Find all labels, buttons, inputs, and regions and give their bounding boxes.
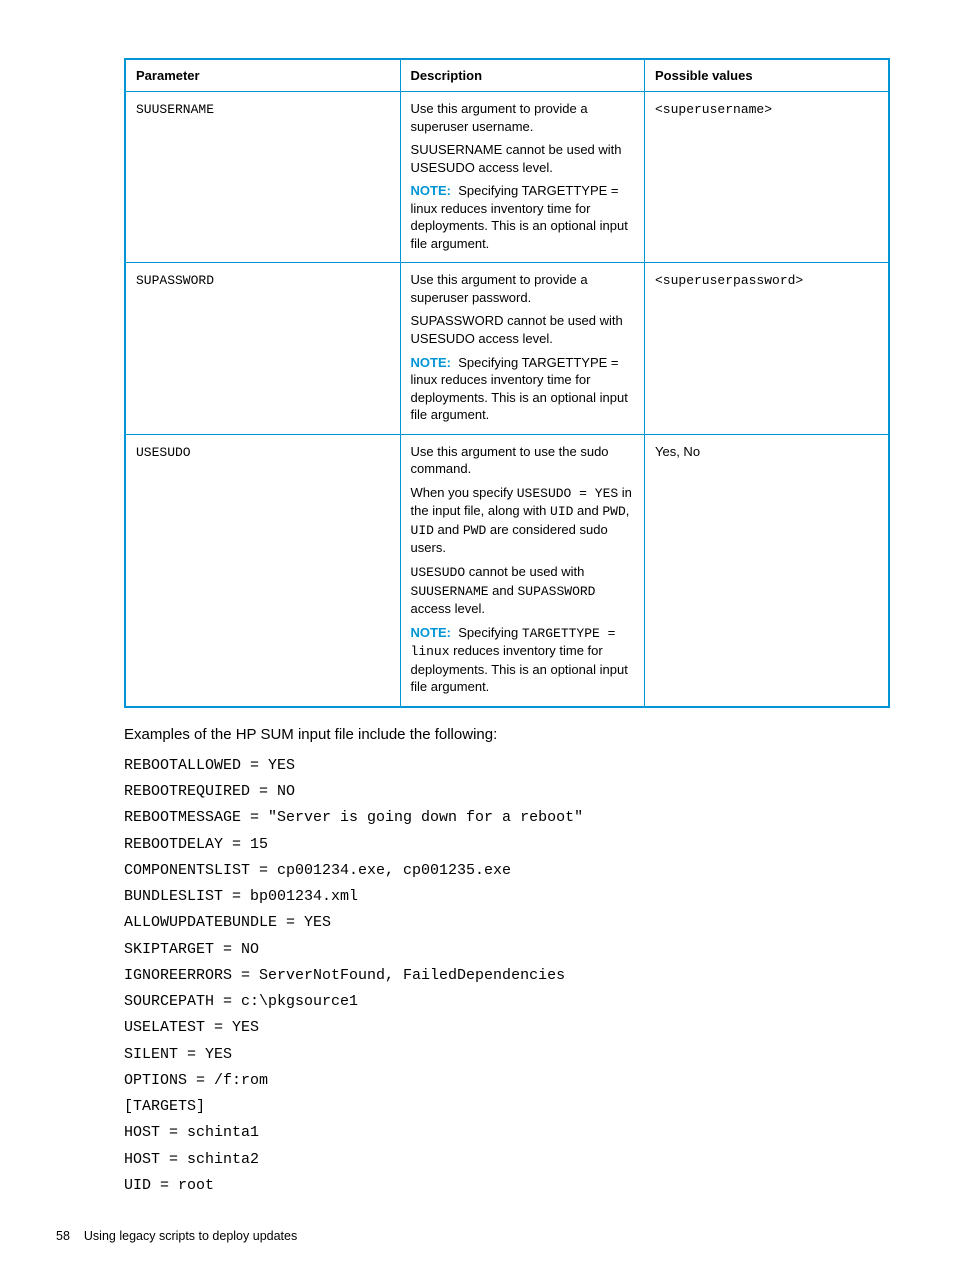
desc-text: Use this argument to use the sudo comman…	[411, 443, 634, 478]
footer-title: Using legacy scripts to deploy updates	[84, 1229, 297, 1243]
desc-text: SUUSERNAME cannot be used with USESUDO a…	[411, 141, 634, 176]
desc-text: When you specify USESUDO = YES in the in…	[411, 484, 634, 557]
note-label: NOTE:	[411, 355, 451, 370]
desc-text: Use this argument to provide a superuser…	[411, 100, 634, 135]
param-name: USESUDO	[136, 445, 191, 460]
header-values: Possible values	[645, 59, 890, 92]
page-footer: 58 Using legacy scripts to deploy updates	[56, 1229, 297, 1243]
table-row: SUPASSWORD Use this argument to provide …	[125, 263, 889, 434]
examples-intro: Examples of the HP SUM input file includ…	[124, 726, 890, 743]
possible-values: <superuserpassword>	[655, 273, 803, 288]
table-row: SUUSERNAME Use this argument to provide …	[125, 92, 889, 263]
parameter-table: Parameter Description Possible values SU…	[124, 58, 890, 708]
example-code-block: REBOOTALLOWED = YES REBOOTREQUIRED = NO …	[124, 753, 890, 1199]
note-label: NOTE:	[411, 625, 451, 640]
param-name: SUUSERNAME	[136, 102, 214, 117]
header-parameter: Parameter	[125, 59, 400, 92]
desc-note: NOTE: Specifying TARGETTYPE = linux redu…	[411, 354, 634, 424]
desc-note: NOTE: Specifying TARGETTYPE = linux redu…	[411, 624, 634, 696]
possible-values: <superusername>	[655, 102, 772, 117]
possible-values: Yes, No	[655, 444, 700, 459]
param-name: SUPASSWORD	[136, 273, 214, 288]
header-description: Description	[400, 59, 644, 92]
table-row: USESUDO Use this argument to use the sud…	[125, 434, 889, 707]
desc-note: NOTE: Specifying TARGETTYPE = linux redu…	[411, 182, 634, 252]
note-label: NOTE:	[411, 183, 451, 198]
desc-text: USESUDO cannot be used with SUUSERNAME a…	[411, 563, 634, 618]
page-number: 58	[56, 1229, 70, 1243]
desc-text: Use this argument to provide a superuser…	[411, 271, 634, 306]
desc-text: SUPASSWORD cannot be used with USESUDO a…	[411, 312, 634, 347]
